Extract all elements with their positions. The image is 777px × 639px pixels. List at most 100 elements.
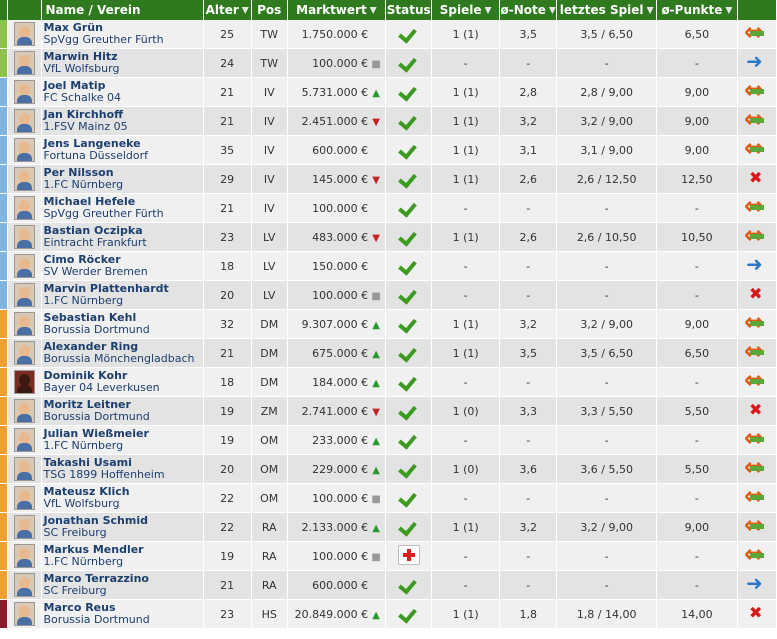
checkmark-icon[interactable]: [400, 606, 418, 620]
position-cell: LV: [251, 222, 288, 252]
swap-arrows-icon[interactable]: [744, 513, 770, 537]
player-photo[interactable]: [7, 193, 42, 223]
checkmark-icon[interactable]: [400, 316, 418, 330]
swap-arrows-icon[interactable]: [744, 20, 770, 44]
sort-status[interactable]: Status: [385, 0, 433, 20]
sort-value[interactable]: Marktwert: [287, 0, 387, 20]
swap-arrows-icon[interactable]: [744, 426, 770, 450]
arrow-right-icon[interactable]: [744, 51, 770, 71]
player-club-link[interactable]: SpVgg Greuther Fürth: [44, 34, 203, 46]
swap-arrows-icon[interactable]: [744, 78, 770, 102]
player-photo[interactable]: [7, 541, 42, 571]
sort-last[interactable]: letztes Spiel: [556, 0, 657, 20]
checkmark-icon[interactable]: [400, 26, 418, 40]
player-photo[interactable]: [7, 106, 42, 136]
sort-games[interactable]: Spiele: [431, 0, 500, 20]
player-club-link[interactable]: 1.FC Nürnberg: [44, 556, 203, 568]
player-club-link[interactable]: Borussia Dortmund: [44, 324, 203, 336]
player-photo[interactable]: [7, 20, 42, 49]
checkmark-icon[interactable]: [400, 84, 418, 98]
player-photo[interactable]: [7, 367, 42, 397]
sort-points[interactable]: ø-Punkte: [656, 0, 738, 20]
player-photo[interactable]: [7, 396, 42, 426]
player-photo[interactable]: [7, 454, 42, 484]
checkmark-icon[interactable]: [400, 374, 418, 388]
player-club-link[interactable]: 1.FC Nürnberg: [44, 179, 203, 191]
player-photo[interactable]: [7, 280, 42, 310]
checkmark-icon[interactable]: [400, 229, 418, 243]
checkmark-icon[interactable]: [400, 258, 418, 272]
checkmark-icon[interactable]: [400, 171, 418, 185]
player-photo[interactable]: [7, 338, 42, 368]
player-club-link[interactable]: Fortuna Düsseldorf: [44, 150, 203, 162]
checkmark-icon[interactable]: [400, 287, 418, 301]
checkmark-icon[interactable]: [400, 577, 418, 591]
swap-arrows-icon[interactable]: [744, 194, 770, 218]
player-club-link[interactable]: 1.FC Nürnberg: [44, 440, 203, 452]
swap-arrows-icon[interactable]: [744, 310, 770, 334]
arrow-right-icon[interactable]: [744, 573, 770, 593]
player-club-link[interactable]: FC Schalke 04: [44, 92, 203, 104]
player-photo[interactable]: [7, 599, 42, 629]
sort-grade[interactable]: ø-Note: [499, 0, 558, 20]
swap-arrows-icon[interactable]: [744, 455, 770, 479]
swap-arrows-icon[interactable]: [744, 368, 770, 392]
swap-arrows-icon[interactable]: [744, 136, 770, 160]
checkmark-icon[interactable]: [400, 113, 418, 127]
player-club-link[interactable]: 1.FC Nürnberg: [44, 295, 203, 307]
player-photo[interactable]: [7, 164, 42, 194]
swap-arrows-icon[interactable]: [744, 223, 770, 247]
swap-arrows-icon[interactable]: [744, 484, 770, 508]
player-photo[interactable]: [7, 251, 42, 281]
player-club-link[interactable]: SV Werder Bremen: [44, 266, 203, 278]
player-club-link[interactable]: SC Freiburg: [44, 585, 203, 597]
player-club-link[interactable]: VfL Wolfsburg: [44, 498, 203, 510]
player-club-link[interactable]: Borussia Mönchengladbach: [44, 353, 203, 365]
position-stripe: [0, 193, 8, 223]
player-club-link[interactable]: SC Freiburg: [44, 527, 203, 539]
player-club-link[interactable]: Bayer 04 Leverkusen: [44, 382, 203, 394]
player-photo[interactable]: [7, 425, 42, 455]
player-photo[interactable]: [7, 483, 42, 513]
player-photo[interactable]: [7, 570, 42, 600]
player-photo[interactable]: [7, 48, 42, 78]
checkmark-icon[interactable]: [400, 432, 418, 446]
checkmark-icon[interactable]: [400, 55, 418, 69]
player-club-link[interactable]: Eintracht Frankfurt: [44, 237, 203, 249]
player-club-link[interactable]: TSG 1899 Hoffenheim: [44, 469, 203, 481]
swap-arrows-icon[interactable]: [744, 542, 770, 566]
player-photo[interactable]: [7, 222, 42, 252]
player-cell: Jan Kirchhoff 1.FSV Mainz 05: [41, 106, 204, 136]
checkmark-icon[interactable]: [400, 461, 418, 475]
grade-cell: 2,6: [499, 222, 558, 252]
sort-name[interactable]: Name / Verein: [41, 0, 204, 20]
checkmark-icon[interactable]: [400, 403, 418, 417]
player-photo[interactable]: [7, 512, 42, 542]
player-club-link[interactable]: Borussia Dortmund: [44, 411, 203, 423]
cross-icon[interactable]: [744, 169, 770, 187]
cross-icon[interactable]: [744, 285, 770, 303]
player-photo[interactable]: [7, 135, 42, 165]
swap-arrows-icon[interactable]: [744, 339, 770, 363]
player-photo[interactable]: [7, 77, 42, 107]
player-club-link[interactable]: 1.FSV Mainz 05: [44, 121, 203, 133]
player-photo[interactable]: [7, 309, 42, 339]
checkmark-icon[interactable]: [400, 142, 418, 156]
swap-arrows-icon[interactable]: [744, 107, 770, 131]
player-club-link[interactable]: Borussia Dortmund: [44, 614, 203, 626]
sort-pos[interactable]: Pos: [251, 0, 288, 20]
arrow-right-icon[interactable]: [744, 254, 770, 274]
checkmark-icon[interactable]: [400, 200, 418, 214]
checkmark-icon[interactable]: [400, 519, 418, 533]
player-club-link[interactable]: VfL Wolfsburg: [44, 63, 203, 75]
cross-icon[interactable]: [744, 604, 770, 622]
cross-icon[interactable]: [744, 401, 770, 419]
injury-icon[interactable]: [397, 544, 420, 565]
player-club-link[interactable]: SpVgg Greuther Fürth: [44, 208, 203, 220]
age-cell: 21: [203, 106, 252, 136]
sort-age[interactable]: Alter: [203, 0, 252, 20]
grade-cell: 3,2: [499, 106, 558, 136]
checkmark-icon[interactable]: [400, 345, 418, 359]
checkmark-icon[interactable]: [400, 490, 418, 504]
action-cell: [737, 48, 777, 78]
